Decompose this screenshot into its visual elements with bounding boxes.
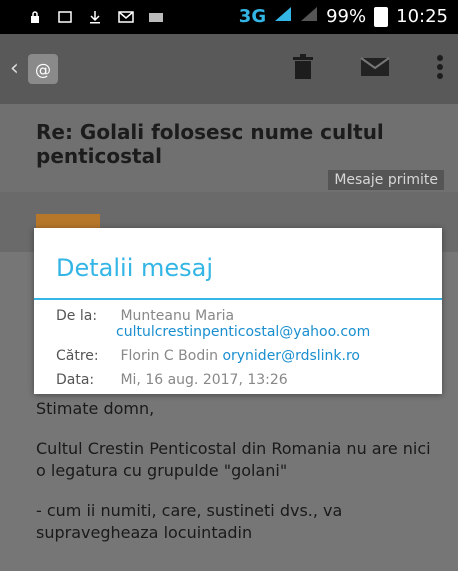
to-row: Către: Florin C Bodin orynider@rdslink.r… xyxy=(56,348,360,364)
subject-area: Re: Golali folosesc nume cultul penticos… xyxy=(0,104,458,192)
message-subject: Re: Golali folosesc nume cultul penticos… xyxy=(36,120,384,168)
email-icon[interactable]: @ xyxy=(28,54,58,84)
network-type: 3G xyxy=(238,6,267,27)
battery-percent: 99% xyxy=(326,6,367,27)
from-email-row: cultulcrestinpenticostal@yahoo.com xyxy=(116,324,370,340)
chevron-left-icon[interactable]: ‹ xyxy=(10,58,19,80)
from-label: De la: xyxy=(56,308,98,324)
body-text: Stimate domn, Cultul Crestin Penticostal… xyxy=(36,398,436,562)
date-row: Data: Mi, 16 aug. 2017, 13:26 xyxy=(56,372,288,388)
status-bar: 3G 99% 10:25 xyxy=(0,0,458,34)
body-paragraph-1: Cultul Crestin Penticostal din Romania n… xyxy=(36,439,431,480)
lock-icon xyxy=(28,9,42,23)
folder-label[interactable]: Mesaje primite xyxy=(328,170,444,190)
overflow-menu-icon[interactable] xyxy=(436,54,444,84)
action-buttons xyxy=(292,54,444,84)
from-row: De la: Munteanu Maria xyxy=(56,308,234,324)
to-email[interactable]: orynider@rdslink.ro xyxy=(222,348,360,364)
date-label: Data: xyxy=(56,372,95,388)
message-details-dialog: Detalii mesaj De la: Munteanu Maria cult… xyxy=(34,228,442,394)
clock: 10:25 xyxy=(396,6,448,27)
gmail-icon xyxy=(118,9,134,23)
status-icons-right: 3G 99% 10:25 xyxy=(239,6,448,27)
delete-icon[interactable] xyxy=(292,54,314,84)
from-name: Munteanu Maria xyxy=(120,308,235,324)
screenshot-icon xyxy=(58,9,72,23)
body-paragraph-2: - cum ii numiti, care, sustineti dvs., v… xyxy=(36,501,343,542)
action-bar: ‹ @ xyxy=(0,34,458,104)
mark-unread-icon[interactable] xyxy=(360,56,390,82)
battery-icon xyxy=(374,6,389,27)
dialog-title: Detalii mesaj xyxy=(56,254,214,282)
to-label: Către: xyxy=(56,348,99,364)
status-icons-left xyxy=(28,9,163,24)
dialog-divider xyxy=(34,298,442,300)
signal-icon xyxy=(274,6,292,27)
keyboard-icon xyxy=(148,9,163,23)
to-name: Florin C Bodin xyxy=(120,348,218,364)
greeting: Stimate domn, xyxy=(36,399,155,418)
date-value: Mi, 16 aug. 2017, 13:26 xyxy=(120,372,288,388)
download-icon xyxy=(88,9,102,24)
signal-2-icon xyxy=(300,6,318,27)
from-email[interactable]: cultulcrestinpenticostal@yahoo.com xyxy=(116,324,370,340)
